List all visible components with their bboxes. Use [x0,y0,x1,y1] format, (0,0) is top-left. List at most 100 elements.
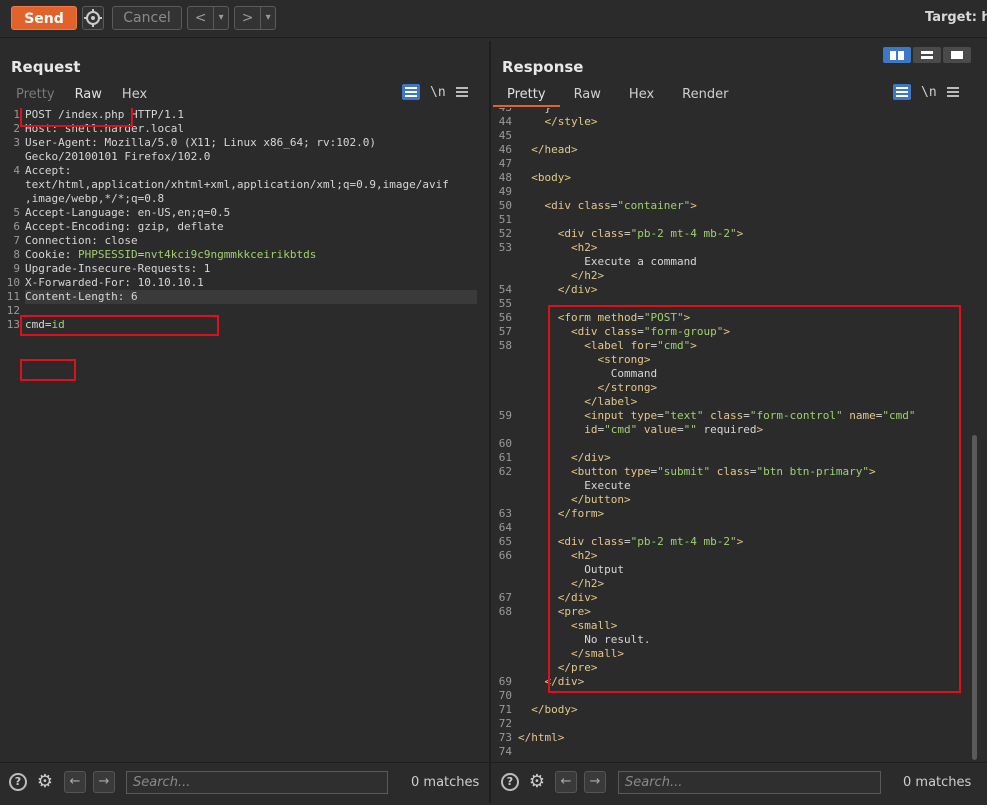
code-line: 10 X-Forwarded-For: 10.10.10.1 [6,276,204,289]
response-editor[interactable]: 43 }44 </style>4546 </head>4748 <body>49… [491,108,987,800]
menu-icon[interactable] [946,87,959,97]
settings-gear-icon[interactable]: ⚙ [527,772,547,792]
code-line: 47 [491,157,987,171]
code-line: text/html,application/xhtml+xml,applicat… [25,178,449,191]
main-toolbar: Send Cancel < ▾ > ▾ Target: ht [0,0,987,38]
code-text: </head> [531,143,578,156]
line-number: 66 [498,549,512,562]
request-editor[interactable]: 1 POST /index.php HTTP/1.1 2 Host: shell.h… [0,108,489,805]
line-number: 68 [498,605,512,618]
highlight-request-line [20,108,133,127]
code-line: Gecko/20100101 Firefox/102.0 [25,150,211,163]
code-line: 7 Connection: close [13,234,138,247]
code-line: 73 </html> [491,731,987,745]
back-arrow-icon[interactable]: ← [64,771,86,793]
target-label[interactable]: Target: ht [925,10,987,25]
code-line: 44 </style> [491,115,987,129]
code-line: Execute a command [491,255,987,269]
line-number: 63 [498,507,512,520]
code-line: 4 Accept: [13,164,72,177]
line-number: 43 [491,108,512,115]
highlight-body [20,359,76,381]
match-count: 0 matches [903,775,972,790]
code-text: Execute a command [518,255,697,268]
code-line: 51 [491,213,987,227]
code-line: </h2> [491,269,987,283]
line-number: 70 [498,689,512,702]
code-line: 74 [491,745,987,759]
forward-arrow-icon[interactable]: > [235,7,262,29]
tab-raw[interactable]: Raw [65,85,112,105]
back-button[interactable]: < ▾ [187,6,229,30]
menu-icon[interactable] [455,87,468,97]
forward-arrow-icon[interactable]: → [93,771,115,793]
line-number: 72 [498,717,512,730]
request-title: Request [11,58,81,76]
newline-toggle[interactable]: \n [921,85,937,100]
help-icon[interactable]: ? [9,773,27,791]
code-text: <body> [531,171,571,184]
line-number: 45 [498,129,512,142]
code-line: 5 Accept-Language: en-US,en;q=0.5 [13,206,231,219]
code-line: 48 <body> [491,171,987,185]
highlight-form-block [548,305,961,693]
settings-gear-icon[interactable]: ⚙ [35,772,55,792]
tab-pretty[interactable]: Pretty [493,85,560,107]
code-line: 6 Accept-Encoding: gzip, deflate [13,220,224,233]
line-number: 49 [498,185,512,198]
line-number: 71 [498,703,512,716]
line-number: 47 [498,157,512,170]
request-pane: Request Pretty Raw Hex \n 1 POST /index.p… [0,41,489,803]
code-line: 72 [491,717,987,731]
back-arrow-icon[interactable]: < [188,7,215,29]
line-number: 65 [498,535,512,548]
cancel-button[interactable]: Cancel [112,6,182,30]
back-arrow-icon[interactable]: ← [555,771,577,793]
layout-top-bottom-icon[interactable] [913,47,941,63]
layout-side-by-side-icon[interactable] [883,47,911,63]
settings-gear-icon[interactable] [82,6,104,30]
code-text: </h2> [570,269,605,282]
request-tabs: Pretty Raw Hex [6,85,157,105]
forward-menu-icon[interactable]: ▾ [261,7,275,29]
wrap-lines-icon[interactable] [893,84,911,100]
line-number: 69 [498,675,512,688]
send-button[interactable]: Send [11,6,77,30]
forward-button[interactable]: > ▾ [234,6,276,30]
line-number: 48 [498,171,512,184]
code-text: <div class="container"> [544,199,697,212]
code-text: </body> [531,703,578,716]
tab-pretty[interactable]: Pretty [6,85,65,105]
cookie-line: 8 Cookie: PHPSESSID=nvt4kci9c9ngmmkkceiri… [13,248,317,261]
line-number: 74 [498,745,512,758]
line-number: 58 [498,339,512,352]
line-number: 54 [498,283,512,296]
code-line: 49 [491,185,987,199]
tab-raw[interactable]: Raw [560,85,615,105]
line-number: 60 [498,437,512,450]
tab-hex[interactable]: Hex [112,85,157,105]
newline-toggle[interactable]: \n [430,85,446,100]
code-line: 9 Upgrade-Insecure-Requests: 1 [13,262,211,275]
code-text: <div class="pb-2 mt-4 mb-2"> [557,227,744,240]
forward-arrow-icon[interactable]: → [584,771,606,793]
request-search-bar: ? ⚙ ← → Search... 0 matches [0,762,489,803]
cookie-value: nvt4kci9c9ngmmkkceirikbtds [144,248,317,261]
code-text: } [518,108,551,115]
wrap-lines-icon[interactable] [402,84,420,100]
tab-hex[interactable]: Hex [615,85,668,105]
search-input[interactable]: Search... [618,771,881,794]
tab-render[interactable]: Render [668,85,742,105]
layout-tabs-icon[interactable] [943,47,971,63]
highlight-xff-header [20,315,219,336]
help-icon[interactable]: ? [501,773,519,791]
response-scrollbar[interactable] [972,435,977,760]
search-input[interactable]: Search... [126,771,388,794]
back-menu-icon[interactable]: ▾ [214,7,228,29]
line-number: 55 [498,297,512,310]
line-number: 59 [498,409,512,422]
code-line: 3 User-Agent: Mozilla/5.0 (X11; Linux x86… [13,136,376,149]
line-number: 67 [498,591,512,604]
request-editor-icons: \n [402,84,468,100]
line-number: 56 [498,311,512,324]
